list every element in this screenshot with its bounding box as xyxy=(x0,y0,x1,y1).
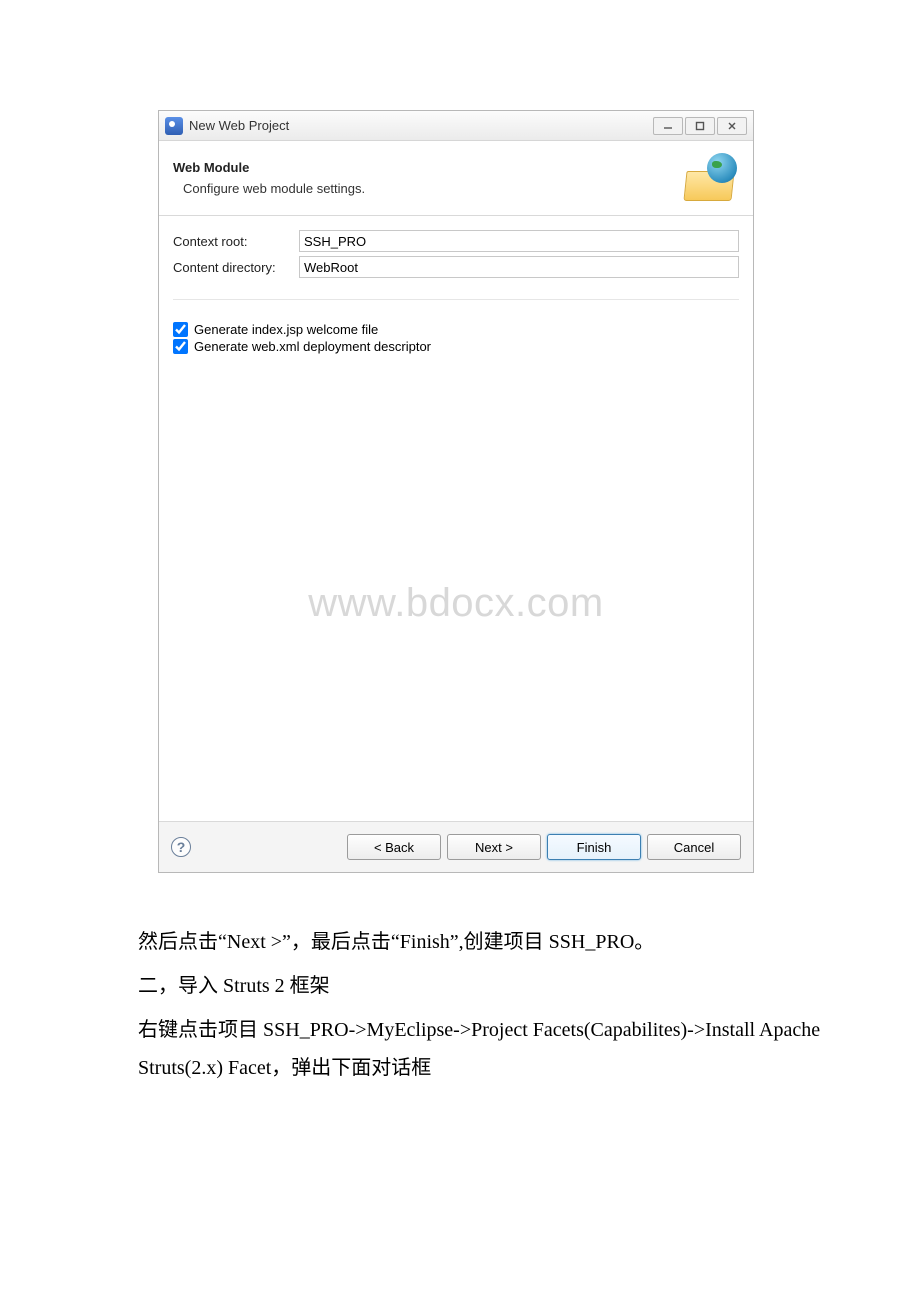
generate-web-xml-checkbox[interactable] xyxy=(173,339,188,354)
minimize-icon xyxy=(663,121,673,131)
wizard-body: Context root: Content directory: Generat… xyxy=(159,216,753,822)
next-button[interactable]: Next > xyxy=(447,834,541,860)
wizard-title: Web Module xyxy=(173,160,681,175)
folder-globe-icon xyxy=(681,153,739,203)
maximize-icon xyxy=(695,121,705,131)
minimize-button[interactable] xyxy=(653,117,683,135)
watermark-text: www.bdocx.com xyxy=(159,581,753,626)
new-web-project-dialog: New Web Project Web Module Configure web… xyxy=(158,110,754,873)
generate-index-jsp-checkbox[interactable] xyxy=(173,322,188,337)
prose-paragraph-1: 然后点击“Next >”，最后点击“Finish”,创建项目 SSH_PRO。 xyxy=(138,923,824,961)
titlebar: New Web Project xyxy=(159,111,753,141)
finish-button[interactable]: Finish xyxy=(547,834,641,860)
wizard-footer: ? < Back Next > Finish Cancel xyxy=(159,822,753,872)
help-icon[interactable]: ? xyxy=(171,837,191,857)
generate-web-xml-label: Generate web.xml deployment descriptor xyxy=(194,339,431,354)
window-title: New Web Project xyxy=(189,118,651,133)
app-icon xyxy=(165,117,183,135)
maximize-button[interactable] xyxy=(685,117,715,135)
cancel-button[interactable]: Cancel xyxy=(647,834,741,860)
close-button[interactable] xyxy=(717,117,747,135)
wizard-subtitle: Configure web module settings. xyxy=(183,181,681,196)
wizard-header: Web Module Configure web module settings… xyxy=(159,141,753,216)
context-root-label: Context root: xyxy=(173,234,299,249)
generate-web-xml-checkbox-row[interactable]: Generate web.xml deployment descriptor xyxy=(173,339,739,354)
close-icon xyxy=(727,121,737,131)
prose-paragraph-2: 右键点击项目 SSH_PRO->MyEclipse->Project Facet… xyxy=(138,1019,820,1079)
back-button[interactable]: < Back xyxy=(347,834,441,860)
content-directory-input[interactable] xyxy=(299,256,739,278)
content-directory-label: Content directory: xyxy=(173,260,299,275)
generate-index-jsp-checkbox-row[interactable]: Generate index.jsp welcome file xyxy=(173,322,739,337)
generate-index-jsp-label: Generate index.jsp welcome file xyxy=(194,322,378,337)
document-prose: 然后点击“Next >”，最后点击“Finish”,创建项目 SSH_PRO。 … xyxy=(0,873,920,1087)
context-root-input[interactable] xyxy=(299,230,739,252)
prose-heading-2: 二，导入 Struts 2 框架 xyxy=(138,967,824,1005)
